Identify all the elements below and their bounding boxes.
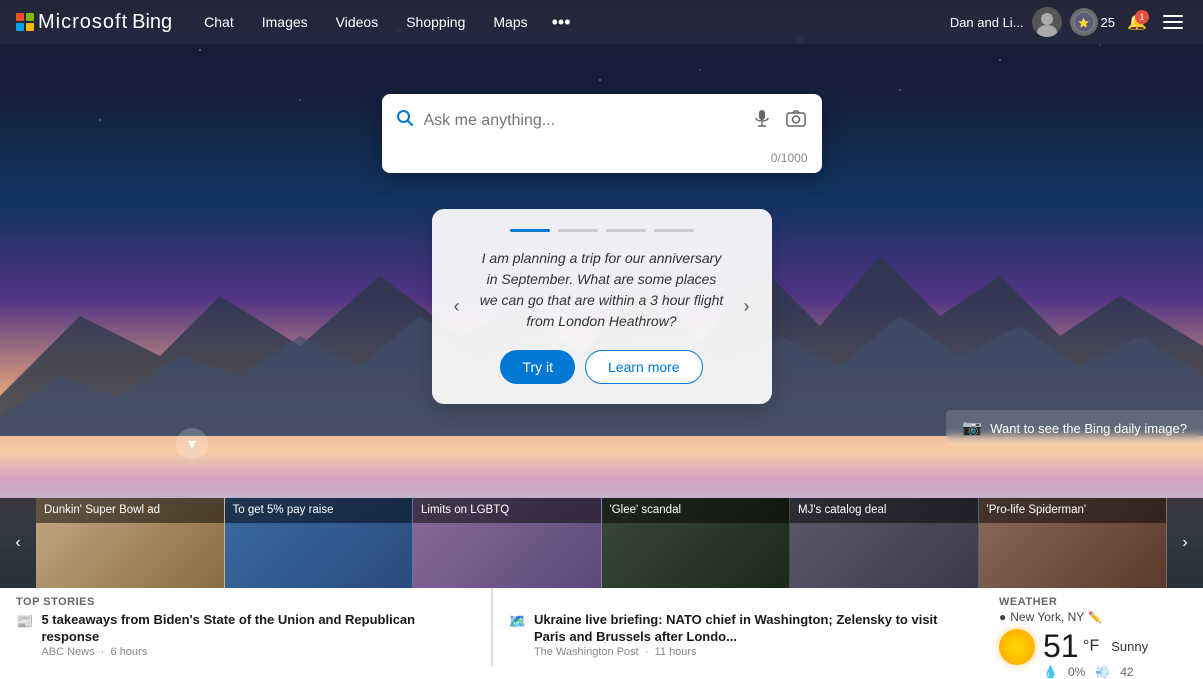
header: Microsoft Bing Chat Images Videos Shoppi… (0, 0, 1203, 44)
news-card-2[interactable]: Limits on LGBTQ (413, 498, 602, 588)
news-prev-button[interactable]: ‹ (0, 498, 36, 588)
news-next-button[interactable]: › (1167, 498, 1203, 588)
avatar[interactable] (1032, 7, 1062, 37)
dot-1 (510, 229, 550, 232)
top-stories-label: Top stories (16, 596, 475, 608)
story-item-0[interactable]: 📰 5 takeaways from Biden's State of the … (16, 612, 475, 658)
dot-2 (558, 229, 598, 232)
nav-shopping[interactable]: Shopping (394, 8, 477, 36)
search-input-row (382, 94, 822, 147)
news-card-5[interactable]: 'Pro-life Spiderman' (979, 498, 1168, 588)
location-dot-icon: ● (999, 610, 1006, 624)
weather-widget: WEATHER ● New York, NY ✏️ 51 °F Sunny 💧 … (983, 588, 1203, 666)
precipitation-icon: 💧 (1043, 665, 1058, 679)
weather-location[interactable]: ● New York, NY ✏️ (999, 610, 1187, 624)
logo-sq-green (26, 13, 34, 21)
news-card-title-5: 'Pro-life Spiderman' (979, 498, 1167, 523)
nav-more-button[interactable]: ••• (544, 8, 579, 37)
notification-badge: 1 (1135, 10, 1149, 24)
points-badge[interactable]: ⭐ 25 (1070, 8, 1115, 36)
weather-label: WEATHER (999, 596, 1187, 608)
weather-details: 💧 0% 💨 42 (1043, 665, 1187, 679)
news-card-title-4: MJ's catalog deal (790, 498, 978, 523)
edit-location-icon[interactable]: ✏️ (1088, 611, 1102, 624)
dot-3 (606, 229, 646, 232)
logo-sq-red (16, 13, 24, 21)
scroll-down-button[interactable]: ▼ (176, 428, 208, 460)
news-card-title-0: Dunkin' Super Bowl ad (36, 498, 224, 523)
news-card-3[interactable]: 'Glee' scandal (602, 498, 791, 588)
carousel-prev-button[interactable]: ‹ (442, 292, 472, 322)
story-title-1[interactable]: Ukraine live briefing: NATO chief in Was… (534, 612, 967, 646)
logo[interactable]: Microsoft Bing (16, 11, 172, 34)
logo-sq-yellow (26, 23, 34, 31)
weather-condition: Sunny (1111, 639, 1148, 654)
svg-text:⭐: ⭐ (1078, 17, 1089, 28)
news-card-title-3: 'Glee' scandal (602, 498, 790, 523)
news-ticker: ‹ Dunkin' Super Bowl ad To get 5% pay ra… (0, 498, 1203, 588)
bing-image-banner[interactable]: 📷 Want to see the Bing daily image? (946, 410, 1203, 446)
try-it-button[interactable]: Try it (500, 350, 575, 384)
carousel-actions: Try it Learn more (480, 350, 724, 384)
nav-images[interactable]: Images (250, 8, 320, 36)
hamburger-line-2 (1163, 21, 1183, 23)
points-count: 25 (1101, 15, 1115, 30)
carousel-dots (480, 229, 724, 232)
top-stories-right: 🗺️ Ukraine live briefing: NATO chief in … (493, 588, 984, 666)
microsoft-logo (16, 13, 34, 31)
bottom-panel: ‹ Dunkin' Super Bowl ad To get 5% pay ra… (0, 498, 1203, 666)
sun-icon (999, 629, 1035, 665)
top-stories-left: Top stories 📰 5 takeaways from Biden's S… (0, 588, 492, 666)
wind-value: 42 (1120, 665, 1133, 679)
points-icon: ⭐ (1070, 8, 1098, 36)
carousel-next-button[interactable]: › (732, 292, 762, 322)
news-card-title-2: Limits on LGBTQ (413, 498, 601, 523)
story-meta-0: ABC News · 6 hours (41, 646, 474, 658)
learn-more-button[interactable]: Learn more (585, 350, 703, 384)
weather-city: New York, NY (1010, 610, 1084, 624)
news-card-1[interactable]: To get 5% pay raise (225, 498, 414, 588)
bing-banner-text: Want to see the Bing daily image? (990, 421, 1187, 436)
story-item-1[interactable]: 🗺️ Ukraine live briefing: NATO chief in … (509, 612, 968, 658)
search-icon (396, 109, 414, 132)
menu-button[interactable] (1159, 8, 1187, 36)
search-input[interactable] (424, 112, 740, 130)
dot-4 (654, 229, 694, 232)
notification-button[interactable]: 🔔 1 (1123, 8, 1151, 36)
news-card-4[interactable]: MJ's catalog deal (790, 498, 979, 588)
story-meta-1: The Washington Post · 11 hours (534, 646, 967, 658)
carousel-prompt-text: I am planning a trip for our anniversary… (480, 248, 724, 332)
bottom-info: Top stories 📰 5 takeaways from Biden's S… (0, 588, 1203, 666)
camera-icon[interactable] (784, 106, 808, 135)
char-count: 0/1000 (382, 147, 822, 173)
hamburger-line-3 (1163, 27, 1183, 29)
prompt-carousel: ‹ › I am planning a trip for our anniver… (432, 209, 772, 404)
weather-temperature: 51 °F (1043, 628, 1099, 665)
weather-main: 51 °F Sunny (999, 628, 1187, 665)
story-content-1: Ukraine live briefing: NATO chief in Was… (534, 612, 967, 658)
nav-videos[interactable]: Videos (324, 8, 391, 36)
news-cards: Dunkin' Super Bowl ad To get 5% pay rais… (36, 498, 1167, 588)
news-card-0[interactable]: Dunkin' Super Bowl ad (36, 498, 225, 588)
nav-maps[interactable]: Maps (481, 8, 539, 36)
logo-sq-blue (16, 23, 24, 31)
user-label[interactable]: Dan and Li... (950, 15, 1024, 30)
logo-microsoft-text: Microsoft (38, 11, 128, 34)
story-icon-1: 🗺️ (509, 613, 526, 630)
story-content-0: 5 takeaways from Biden's State of the Un… (41, 612, 474, 658)
story-title-0[interactable]: 5 takeaways from Biden's State of the Un… (41, 612, 474, 646)
hamburger-line-1 (1163, 15, 1183, 17)
header-right: Dan and Li... ⭐ 25 🔔 1 (950, 7, 1187, 37)
news-card-title-1: To get 5% pay raise (225, 498, 413, 523)
search-container: 0/1000 (0, 94, 1203, 173)
main-nav: Chat Images Videos Shopping Maps ••• (192, 8, 950, 37)
nav-chat[interactable]: Chat (192, 8, 246, 36)
camera-banner-icon: 📷 (962, 418, 982, 438)
microphone-icon[interactable] (750, 106, 774, 135)
story-icon-0: 📰 (16, 613, 33, 630)
logo-bing-text: Bing (132, 11, 172, 34)
precipitation-value: 0% (1068, 665, 1085, 679)
wind-icon: 💨 (1095, 665, 1110, 679)
search-box: 0/1000 (382, 94, 822, 173)
